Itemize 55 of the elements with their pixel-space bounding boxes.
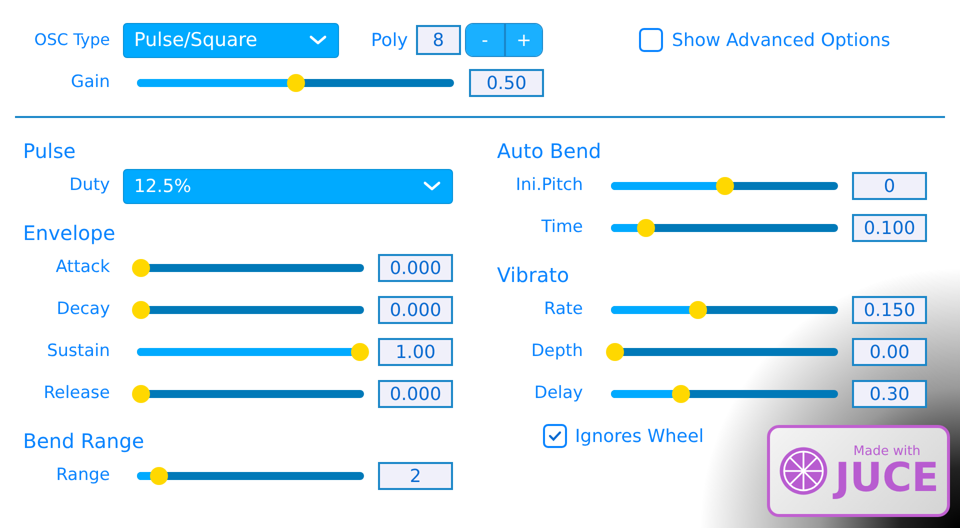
- slider-thumb[interactable]: [716, 177, 734, 195]
- slider-thumb[interactable]: [132, 259, 150, 277]
- value-field[interactable]: 0: [852, 172, 927, 200]
- control-label: Ini.Pitch: [514, 174, 583, 198]
- slider-thumb[interactable]: [672, 385, 690, 403]
- control-label: Gain: [70, 71, 110, 94]
- control-label: Rate: [543, 298, 583, 322]
- slider-thumb[interactable]: [132, 385, 150, 403]
- control-label: Depth: [530, 340, 583, 364]
- value-field[interactable]: 1.00: [378, 338, 453, 366]
- control-label: Sustain: [46, 340, 110, 364]
- checkbox[interactable]: [638, 28, 663, 52]
- value-field[interactable]: 0.00: [852, 338, 927, 366]
- control-label: Duty: [68, 174, 110, 198]
- slider-thumb[interactable]: [636, 219, 655, 237]
- section-heading: Auto Bend: [497, 138, 602, 165]
- checkbox-label: Ignores Wheel: [575, 424, 704, 448]
- value-field[interactable]: 8: [416, 25, 461, 55]
- stepper-button[interactable]: +: [504, 24, 542, 56]
- value-field[interactable]: 0.50: [469, 69, 544, 97]
- value-field[interactable]: 0.150: [852, 296, 927, 324]
- slider-thumb[interactable]: [132, 301, 150, 319]
- chevron-icon: [308, 34, 328, 46]
- slider-thumb[interactable]: [689, 301, 708, 319]
- section-heading: Pulse: [23, 138, 77, 165]
- value-field[interactable]: 0.100: [852, 214, 927, 242]
- control-label: Time: [540, 216, 583, 240]
- value-field[interactable]: 0.30: [852, 380, 927, 408]
- chevron-icon: [422, 180, 442, 192]
- value-field[interactable]: 0.000: [378, 296, 453, 324]
- section-heading: Bend Range: [23, 428, 146, 455]
- slider-thumb[interactable]: [606, 343, 624, 361]
- badge-wordmark: JUCE: [834, 458, 939, 498]
- control-label: Range: [55, 464, 110, 488]
- control-label: Delay: [533, 382, 583, 406]
- stepper-button[interactable]: -: [466, 24, 504, 56]
- control-label: OSC Type: [33, 29, 110, 51]
- control-label: Decay: [56, 298, 110, 322]
- control-label: Attack: [54, 256, 110, 280]
- section-heading: Vibrato: [497, 262, 570, 289]
- checkmark-icon: [548, 430, 562, 442]
- slider-thumb[interactable]: [150, 467, 168, 485]
- value-field[interactable]: 2: [378, 462, 453, 490]
- control-label: Release: [42, 382, 110, 406]
- checkbox-label: Show Advanced Options: [672, 28, 890, 52]
- badge-caption: Made with: [853, 444, 921, 458]
- value-field[interactable]: 0.000: [378, 254, 453, 282]
- section-heading: Envelope: [23, 220, 116, 247]
- slider-thumb[interactable]: [286, 74, 304, 92]
- slider-thumb[interactable]: [351, 343, 369, 361]
- dropdown[interactable]: 12.5%: [123, 168, 453, 204]
- value-field[interactable]: 0.000: [378, 380, 453, 408]
- dropdown[interactable]: Pulse/Square: [123, 22, 339, 58]
- control-label: Poly: [371, 28, 408, 52]
- checkbox[interactable]: [543, 424, 567, 448]
